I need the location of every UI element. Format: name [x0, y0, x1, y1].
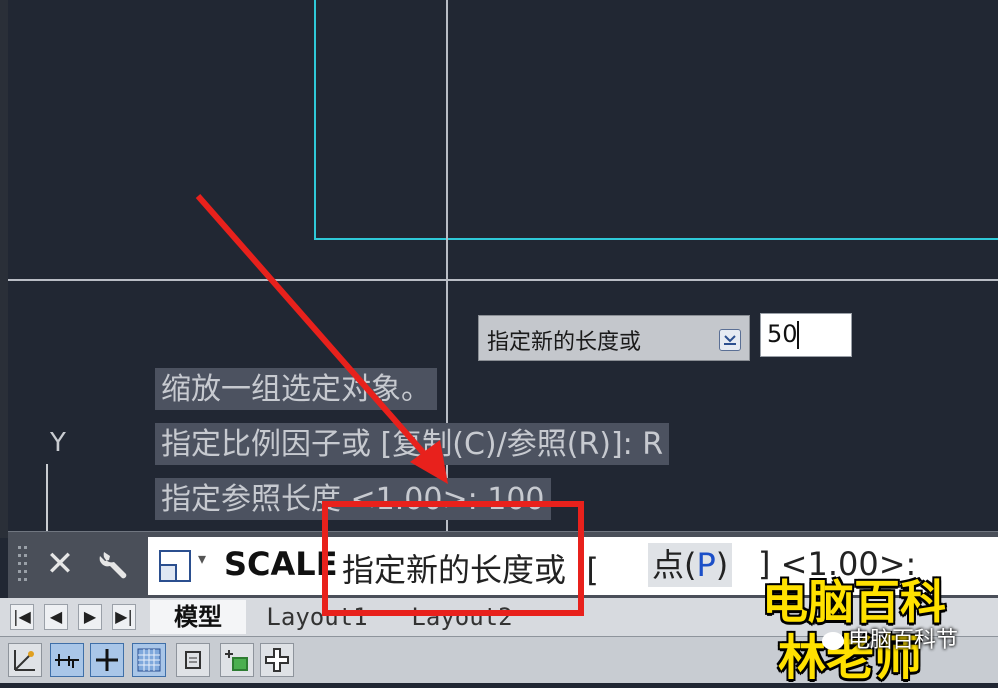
annotation-highlight-box [322, 501, 584, 616]
watermark-account: 电脑百科节 [822, 622, 958, 654]
wechat-icon [822, 632, 844, 650]
